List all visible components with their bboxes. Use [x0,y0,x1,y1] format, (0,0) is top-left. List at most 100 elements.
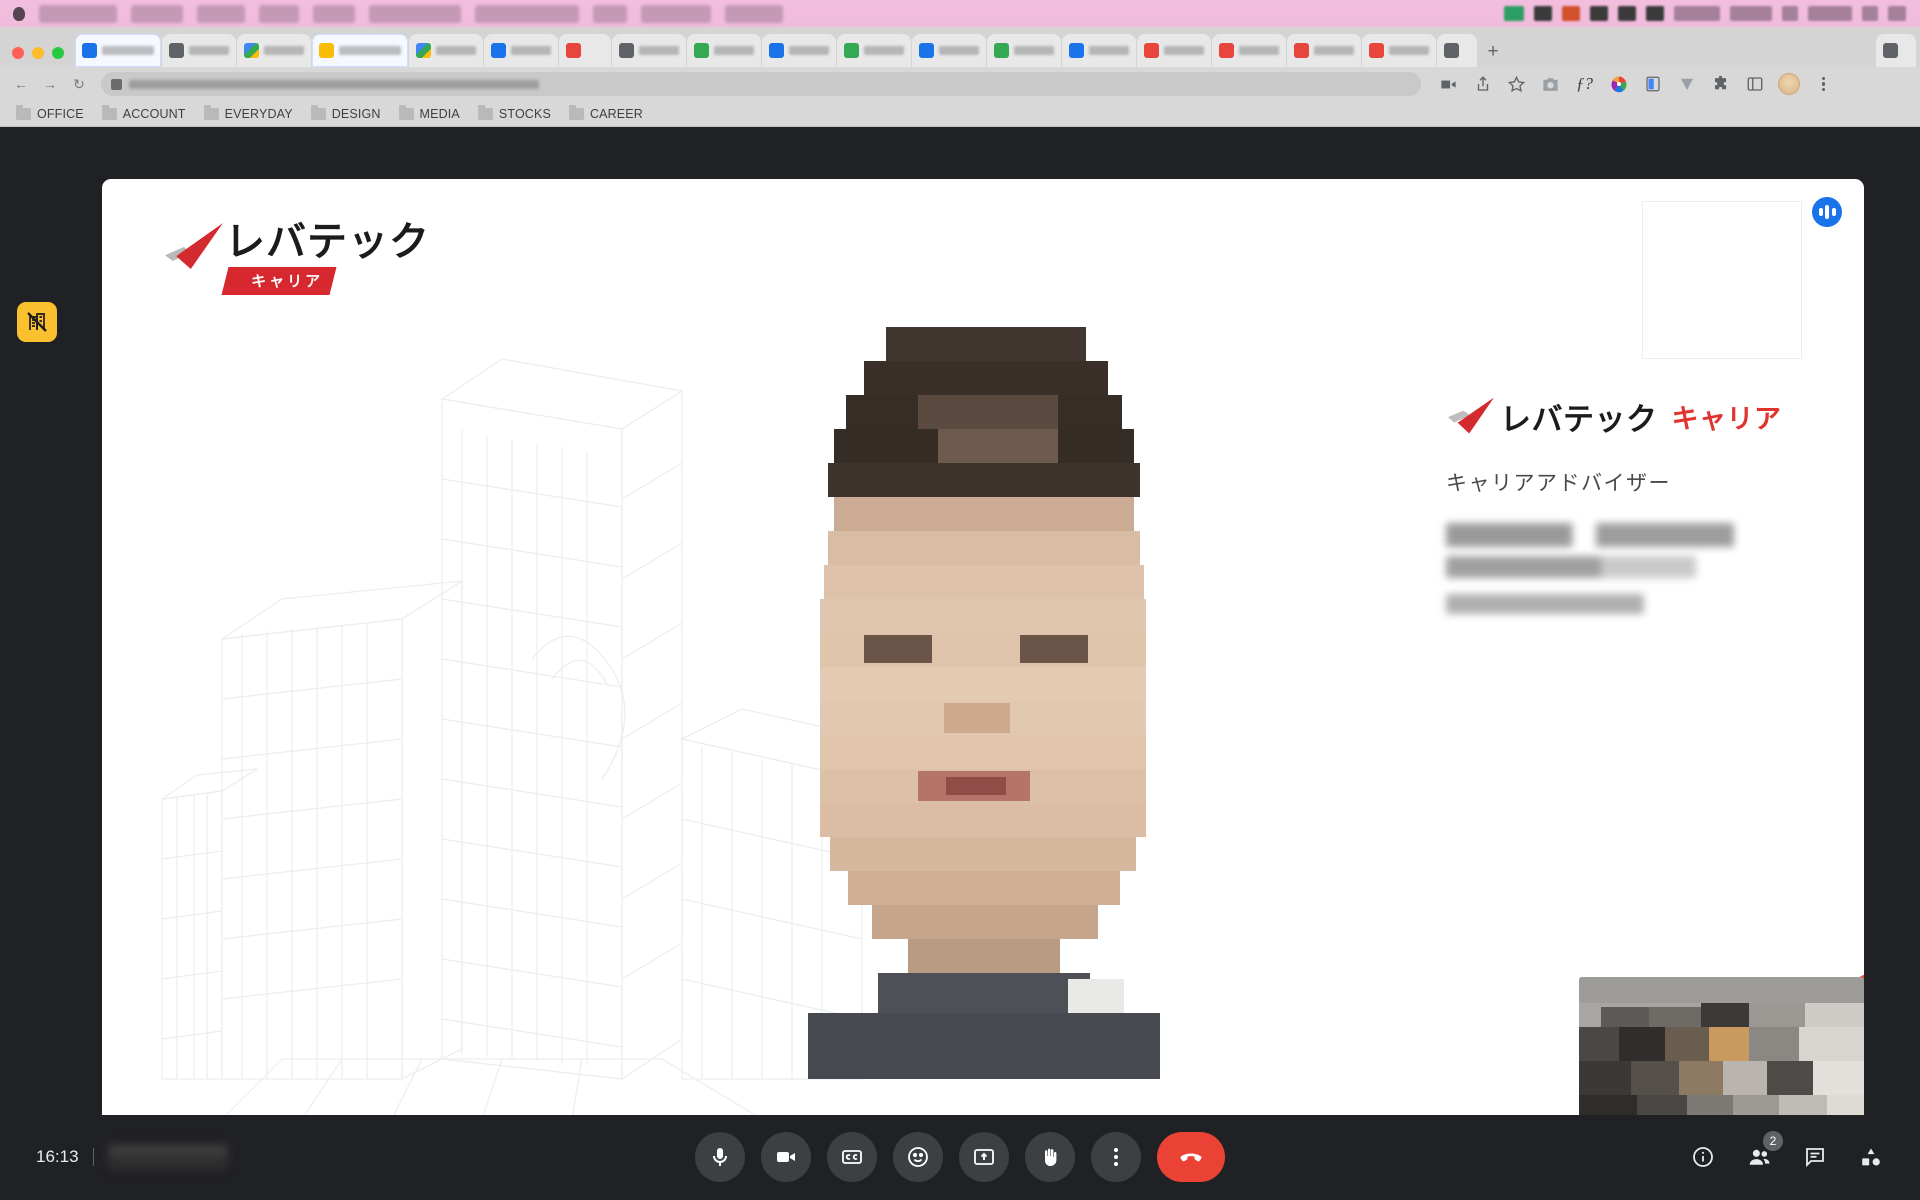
bookmark-everyday[interactable]: EVERYDAY [196,104,301,123]
font-tool-icon[interactable]: ƒ? [1574,74,1595,95]
menu-item-2[interactable] [197,4,245,23]
tab-favicon-icon [244,43,259,58]
side-panel-icon[interactable] [1744,74,1765,95]
tab-favicon-icon [844,43,859,58]
menu-item-1[interactable] [131,4,183,23]
present-button[interactable] [959,1132,1009,1182]
video-record-icon[interactable] [1438,74,1459,95]
minimize-window-button[interactable] [32,47,44,59]
menu-item-9[interactable] [725,4,783,23]
captions-button[interactable] [827,1132,877,1182]
share-icon[interactable] [1472,74,1493,95]
browser-tab[interactable] [987,34,1061,67]
browser-tab[interactable] [1437,34,1477,67]
more-options-button[interactable] [1091,1132,1141,1182]
tab-title [1389,46,1429,55]
browser-tab[interactable] [1287,34,1361,67]
profile-avatar-icon[interactable] [1778,73,1800,95]
tab-favicon-icon [919,43,934,58]
browser-tab[interactable] [1212,34,1286,67]
bookmark-design[interactable]: DESIGN [303,104,389,123]
tab-title [1089,46,1129,55]
menu-item-6[interactable] [475,4,579,23]
browser-tab[interactable] [837,34,911,67]
browser-tab[interactable] [1362,34,1436,67]
browser-tab[interactable] [162,34,236,67]
forward-button[interactable]: → [37,72,63,96]
browser-tab[interactable] [687,34,761,67]
browser-tab[interactable] [75,34,161,67]
browser-tab[interactable] [912,34,986,67]
display-icon[interactable] [1590,6,1608,21]
clock-icon[interactable] [1808,6,1852,21]
tab-favicon-icon [1219,43,1234,58]
new-tab-button[interactable]: + [1478,37,1508,67]
cloud-icon[interactable] [1618,6,1636,21]
advisor-role-label: キャリアアドバイザー [1446,471,1671,495]
reload-button[interactable]: ↻ [66,72,92,96]
tab-title [939,46,979,55]
bookmark-media[interactable]: MEDIA [391,104,468,123]
control-center-icon[interactable] [1888,6,1906,21]
download-icon[interactable] [1676,74,1697,95]
bookmark-stocks[interactable]: STOCKS [470,104,559,123]
app-icon[interactable] [1562,6,1580,21]
meeting-details-button[interactable] [1688,1142,1718,1172]
main-video-tile[interactable]: レバテック キャリア レバテック キャリア キャリアアドバイザー [102,179,1864,1147]
blocked-calculator-icon[interactable] [17,302,57,342]
site-info-icon[interactable] [111,78,122,90]
browser-tab[interactable] [1137,34,1211,67]
raise-hand-button[interactable] [1025,1132,1075,1182]
menu-item-3[interactable] [259,4,299,23]
search-icon[interactable] [1862,6,1878,21]
screenshot-camera-icon[interactable] [1540,74,1561,95]
keyboard-icon[interactable] [1646,6,1664,21]
browser-tab[interactable] [1876,34,1916,67]
tab-title [1164,46,1204,55]
browser-tab[interactable] [762,34,836,67]
browser-tab[interactable] [484,34,558,67]
meeting-info-left: 16:13 [0,1144,330,1170]
activities-button[interactable] [1856,1142,1886,1172]
split-view-icon[interactable] [1642,74,1663,95]
address-bar[interactable] [101,72,1421,96]
browser-tab[interactable] [612,34,686,67]
browser-menu-icon[interactable] [1813,74,1834,95]
color-wheel-icon[interactable] [1608,74,1629,95]
bookmark-label: ACCOUNT [122,106,186,121]
menu-item-4[interactable] [313,4,355,23]
date-text[interactable] [1674,6,1720,21]
battery-icon[interactable] [1730,6,1772,21]
browser-tab-active[interactable] [312,34,408,67]
maximize-window-button[interactable] [52,47,64,59]
bookmark-star-icon[interactable] [1506,74,1527,95]
chat-button[interactable] [1800,1142,1830,1172]
microphone-button[interactable] [695,1132,745,1182]
dropbox-icon[interactable] [1504,6,1524,21]
browser-tab[interactable] [409,34,483,67]
apple-logo-icon[interactable] [6,6,32,21]
meet-right-icons: 2 [1590,1131,1920,1172]
os-status-items [1504,6,1914,21]
bookmark-career[interactable]: CAREER [561,104,651,123]
menu-item-0[interactable] [39,4,117,23]
browser-tab[interactable] [559,34,611,67]
close-window-button[interactable] [12,47,24,59]
menu-item-5[interactable] [369,4,461,23]
google-meet-page: レバテック キャリア レバテック キャリア キャリアアドバイザー 16:13 2 [0,127,1920,1199]
participants-button[interactable]: 2 [1744,1131,1783,1172]
bookmark-account[interactable]: ACCOUNT [94,104,194,123]
back-button[interactable]: ← [8,72,34,96]
bookmark-office[interactable]: OFFICE [8,104,92,123]
extensions-puzzle-icon[interactable] [1710,74,1731,95]
tab-favicon-icon [619,43,634,58]
camera-button[interactable] [761,1132,811,1182]
wifi-icon[interactable] [1782,6,1798,21]
menu-item-8[interactable] [641,4,711,23]
menu-item-7[interactable] [593,4,627,23]
leave-call-button[interactable] [1157,1132,1225,1182]
browser-tab[interactable] [1062,34,1136,67]
shield-icon[interactable] [1534,6,1552,21]
browser-tab[interactable] [237,34,311,67]
reactions-button[interactable] [893,1132,943,1182]
